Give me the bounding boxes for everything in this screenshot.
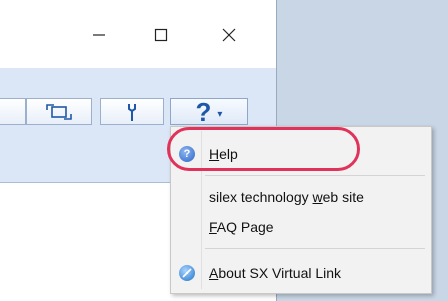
close-icon [222,28,236,42]
menu-item-about[interactable]: About SX Virtual Link [171,259,431,287]
toolbar-button-left[interactable] [0,98,26,125]
menu-item-label: FAQ Page [209,219,274,235]
minimize-icon [93,34,105,36]
menu-item-label: silex technology web site [209,189,364,205]
wrench-icon [128,103,136,121]
toolbar: ? ▾ [0,98,276,127]
about-globe-icon [179,265,195,281]
question-mark-icon: ? [195,96,212,127]
refresh-devices-icon [46,103,72,120]
maximize-icon [154,28,168,42]
maximize-button[interactable] [138,18,184,52]
menu-item-help[interactable]: ? Help [171,140,431,168]
menu-item-label: Help [209,146,238,162]
toolbar-button-settings[interactable] [100,98,164,125]
toolbar-button-refresh[interactable] [26,98,92,125]
menu-item-web-site[interactable]: silex technology web site [171,183,431,211]
help-circle-icon: ? [179,146,195,162]
menu-item-label: About SX Virtual Link [209,265,342,281]
minimize-button[interactable] [76,18,122,52]
ribbon-band [0,68,276,98]
menu-separator [205,248,425,249]
help-menu-button[interactable]: ? ▾ [170,98,248,125]
title-bar [0,0,276,68]
close-button[interactable] [206,18,252,52]
dropdown-caret-icon: ▾ [217,109,223,120]
menu-separator [205,175,425,176]
help-dropdown-menu: ? Help silex technology web site FAQ Pag… [170,126,432,294]
menu-item-faq-page[interactable]: FAQ Page [171,213,431,241]
